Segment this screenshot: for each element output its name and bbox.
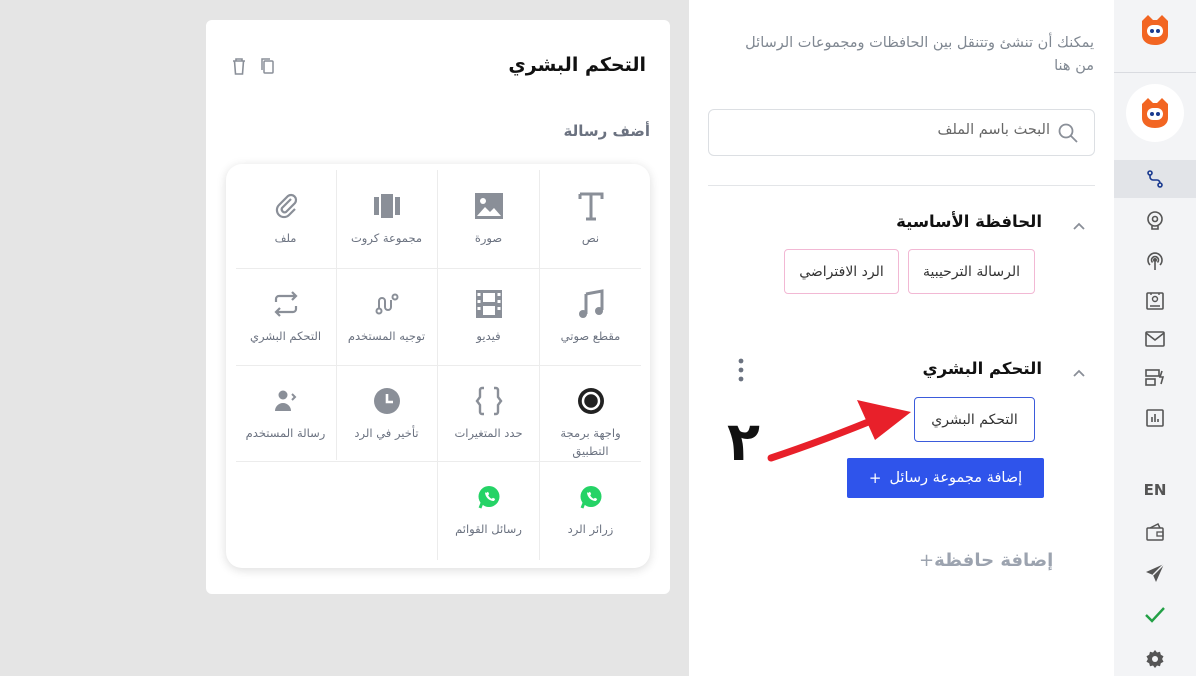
image-icon (474, 190, 504, 222)
cards-icon (372, 190, 402, 222)
tile-file[interactable]: ملف (235, 170, 336, 267)
tile-image[interactable]: صورة (438, 170, 539, 267)
add-group-label: إضافة مجموعة رسائل (889, 470, 1023, 486)
nav-send-icon[interactable] (1114, 556, 1196, 590)
rail-divider (1114, 72, 1196, 73)
braces-icon (475, 385, 503, 417)
add-message-heading: أضف رسالة (563, 122, 650, 140)
nav-widgets-icon[interactable] (1114, 360, 1196, 396)
whatsapp-icon (579, 481, 603, 513)
bot-avatar[interactable] (1126, 84, 1184, 142)
search-box[interactable] (708, 109, 1095, 156)
whatsapp-icon (477, 481, 501, 513)
add-store-button[interactable]: إضافة حافظة+ (919, 550, 1053, 571)
route-icon (374, 288, 400, 320)
user-message-icon (274, 385, 298, 417)
search-icon (1058, 123, 1078, 147)
panel-divider (708, 185, 1095, 186)
nav-ai-brain-icon[interactable] (1114, 202, 1196, 238)
nav-contacts-icon[interactable] (1114, 283, 1196, 319)
tile-api[interactable]: واجهة برمجة التطبيق (540, 365, 641, 462)
tile-reply-delay[interactable]: تأخير في الرد (336, 365, 437, 462)
app-logo-icon[interactable] (1135, 12, 1175, 48)
tile-reply-buttons[interactable]: زرائر الرد (540, 461, 641, 558)
annotation-number: ٢ (727, 410, 760, 473)
music-icon (577, 288, 605, 320)
tile-human-control[interactable]: التحكم البشري (235, 268, 336, 365)
chevron-up-icon[interactable] (1072, 363, 1086, 382)
plus-icon: + (919, 550, 935, 571)
repeat-icon (272, 288, 300, 320)
add-message-group-button[interactable]: إضافة مجموعة رسائل + (847, 458, 1044, 498)
paperclip-icon (274, 190, 298, 222)
tile-text[interactable]: نص (540, 170, 641, 267)
nav-analytics-icon[interactable] (1114, 400, 1196, 436)
search-input[interactable] (750, 122, 1050, 138)
chip-welcome-message[interactable]: الرسالة الترحيبية (908, 249, 1035, 294)
tile-card-group[interactable]: مجموعة كروت (336, 170, 437, 267)
nav-flows-icon[interactable] (1114, 160, 1196, 198)
film-icon (475, 288, 503, 320)
chip-human-control[interactable]: التحكم البشري (914, 397, 1035, 442)
nav-rail: EN (1114, 0, 1196, 676)
delete-icon[interactable] (230, 56, 248, 76)
plus-icon: + (868, 469, 882, 487)
api-icon (577, 385, 605, 417)
message-group-card: التحكم البشري أضف رسالة نص صورة مجموعة ك… (206, 20, 670, 594)
copy-icon[interactable] (258, 56, 276, 76)
tile-audio[interactable]: مقطع صوتي (540, 268, 641, 365)
clock-icon (373, 385, 401, 417)
card-actions (230, 56, 276, 76)
text-icon (577, 190, 605, 222)
chevron-up-icon[interactable] (1072, 216, 1086, 235)
language-toggle[interactable]: EN (1114, 476, 1196, 504)
add-store-label: إضافة حافظة (934, 550, 1054, 571)
nav-check-icon[interactable] (1114, 598, 1196, 632)
section-title-main-store: الحافظة الأساسية (896, 212, 1042, 231)
section-title-human-control: التحكم البشري (922, 359, 1042, 378)
message-type-grid: نص صورة مجموعة كروت ملف مقطع صوتي فيديو … (226, 164, 650, 568)
nav-wallet-icon[interactable] (1114, 516, 1196, 548)
tile-user-message[interactable]: رسالة المستخدم (235, 365, 336, 462)
tile-set-variables[interactable]: حدد المتغيرات (438, 365, 539, 462)
annotation-arrow (767, 400, 911, 462)
chip-default-reply[interactable]: الرد الافتراضي (784, 249, 899, 294)
tile-user-redirect[interactable]: توجيه المستخدم (336, 268, 437, 365)
kebab-menu-icon[interactable] (737, 357, 745, 387)
nav-settings-icon[interactable] (1114, 642, 1196, 676)
stores-panel: يمكنك أن تنشئ وتتنقل بين الحافظات ومجموع… (689, 0, 1114, 676)
panel-intro: يمكنك أن تنشئ وتتنقل بين الحافظات ومجموع… (745, 35, 1094, 75)
tile-video[interactable]: فيديو (438, 268, 539, 365)
nav-broadcast-icon[interactable] (1114, 243, 1196, 279)
nav-inbox-icon[interactable] (1114, 321, 1196, 357)
tile-list-messages[interactable]: رسائل القوائم (438, 461, 539, 558)
